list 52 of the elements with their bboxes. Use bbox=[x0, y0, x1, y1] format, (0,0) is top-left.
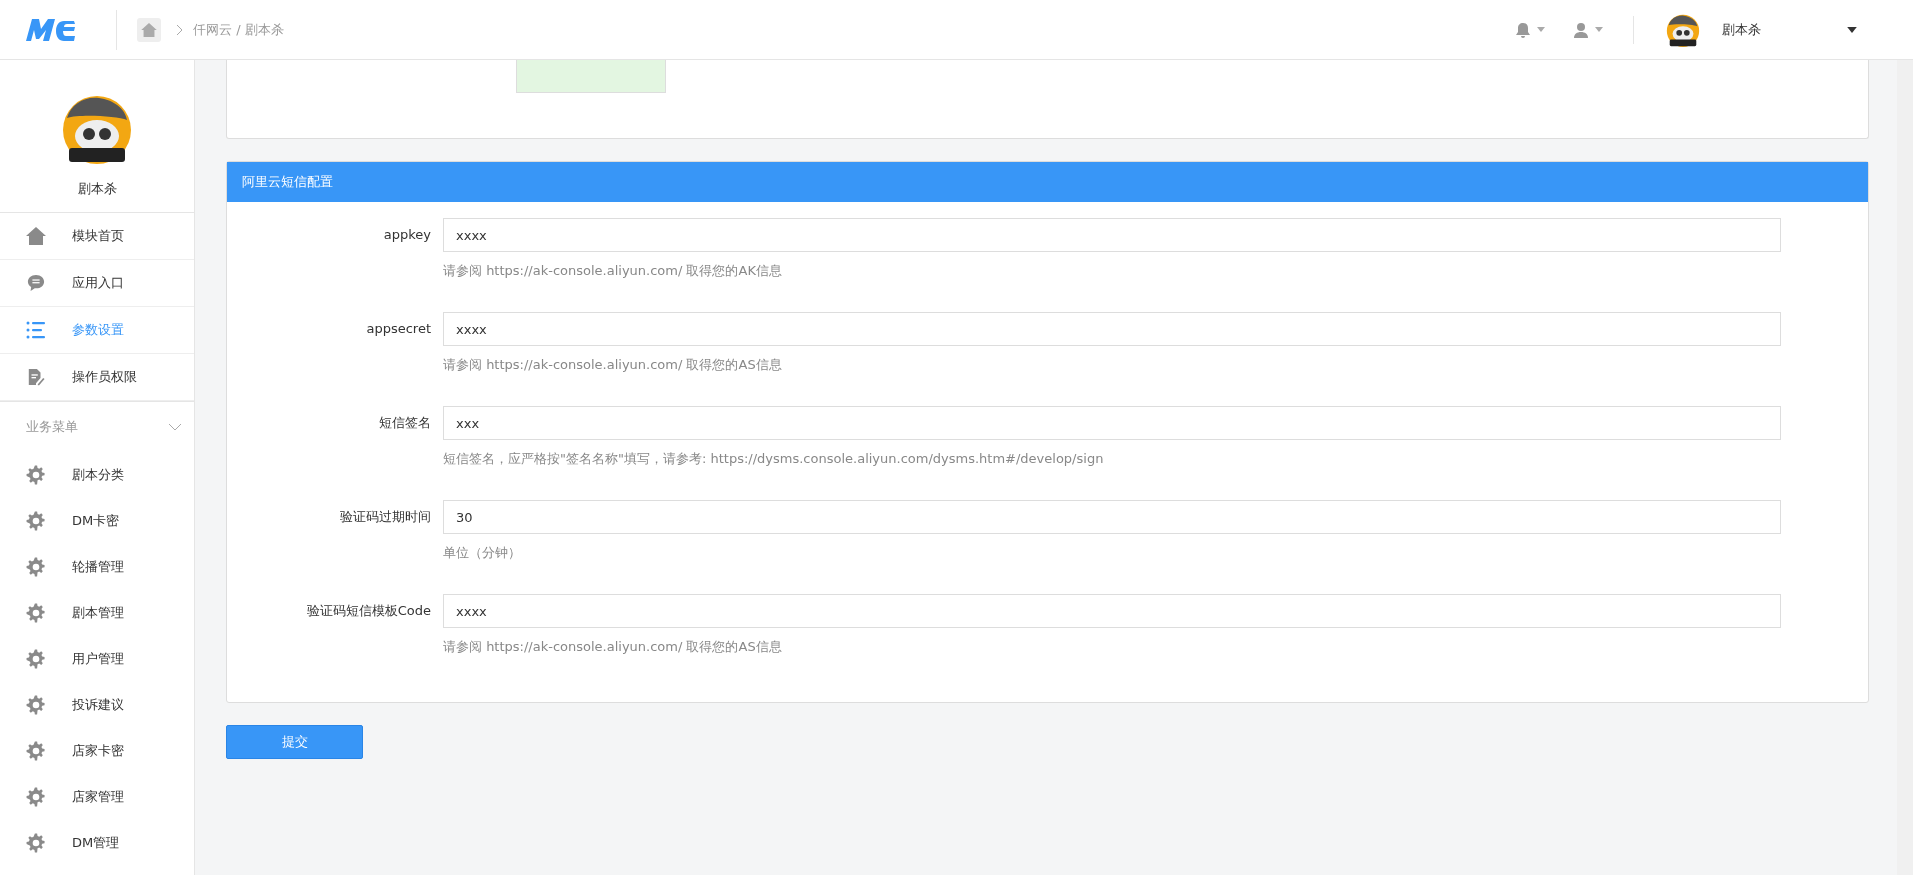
chevron-right-icon bbox=[175, 23, 185, 36]
breadcrumb: 仟网云 / 剧本杀 bbox=[193, 20, 284, 39]
input-field[interactable]: xxxx bbox=[443, 218, 1781, 252]
field-label: appsecret bbox=[365, 320, 431, 338]
gear-icon bbox=[26, 557, 46, 577]
sidebar-item[interactable]: 店家卡密 bbox=[0, 728, 194, 774]
gear-icon bbox=[26, 649, 46, 669]
sidebar-item[interactable]: 操作员权限 bbox=[0, 354, 194, 401]
gear-icon bbox=[26, 695, 46, 715]
help-text: 单位（分钟） bbox=[443, 544, 522, 562]
gear-icon bbox=[26, 603, 46, 623]
sidebar-item[interactable]: 剧本管理 bbox=[0, 590, 194, 636]
caret-icon[interactable] bbox=[1847, 26, 1857, 33]
input-field[interactable]: xxxx bbox=[443, 312, 1781, 346]
scrollbar[interactable] bbox=[1897, 60, 1913, 875]
sidebar-item[interactable]: 模块首页 bbox=[0, 213, 194, 260]
home-button[interactable] bbox=[137, 17, 161, 42]
gear-icon bbox=[26, 787, 46, 807]
user-name: 剧本杀 bbox=[1722, 20, 1761, 39]
panel-title: 阿里云短信配置 bbox=[227, 162, 1868, 202]
bell-icon[interactable] bbox=[1515, 21, 1531, 38]
sidebar-item[interactable]: DM管理 bbox=[0, 820, 194, 866]
section-title: 业务菜单 bbox=[26, 418, 78, 436]
field-label: 短信签名 bbox=[378, 414, 431, 432]
sidebar-item[interactable]: 用户管理 bbox=[0, 636, 194, 682]
chat-bubble-icon bbox=[26, 274, 46, 292]
account-name: 剧本杀 bbox=[77, 180, 117, 198]
document-edit-icon bbox=[26, 368, 46, 386]
help-text: 请参阅 https://ak-console.aliyun.com/ 取得您的AK信息 bbox=[443, 262, 783, 280]
input-field[interactable]: xxxx bbox=[443, 594, 1781, 628]
input-field[interactable]: xxx bbox=[443, 406, 1781, 440]
gear-icon bbox=[26, 511, 46, 531]
help-text: 请参阅 https://ak-console.aliyun.com/ 取得您的AS信息 bbox=[443, 356, 783, 374]
home-icon bbox=[26, 227, 46, 245]
help-text: 请参阅 https://ak-console.aliyun.com/ 取得您的AS信息 bbox=[443, 638, 783, 656]
gear-icon bbox=[26, 741, 46, 761]
gear-icon bbox=[26, 833, 46, 853]
field-label: 验证码过期时间 bbox=[339, 508, 431, 526]
chevron-down-icon[interactable] bbox=[168, 423, 182, 431]
sidebar-item[interactable]: 剧本分类 bbox=[0, 452, 194, 498]
sidebar-item[interactable]: 轮播管理 bbox=[0, 544, 194, 590]
field-label: appkey bbox=[382, 226, 431, 244]
help-text: 短信签名，应严格按"签名名称"填写，请参考: https://dysms.console.aliyun.com/dysms.htm#/develop/sign bbox=[443, 450, 1105, 468]
sidebar-item[interactable]: DM卡密 bbox=[0, 498, 194, 544]
sidebar-item[interactable]: 应用入口 bbox=[0, 260, 194, 307]
input-field[interactable]: 30 bbox=[443, 500, 1781, 534]
user-icon[interactable] bbox=[1573, 21, 1589, 38]
list-icon bbox=[26, 321, 46, 339]
gear-icon bbox=[26, 465, 46, 485]
field-label: 验证码短信模板Code bbox=[305, 602, 431, 620]
sidebar-item[interactable]: 店家管理 bbox=[0, 774, 194, 820]
sidebar-item[interactable]: 投诉建议 bbox=[0, 682, 194, 728]
